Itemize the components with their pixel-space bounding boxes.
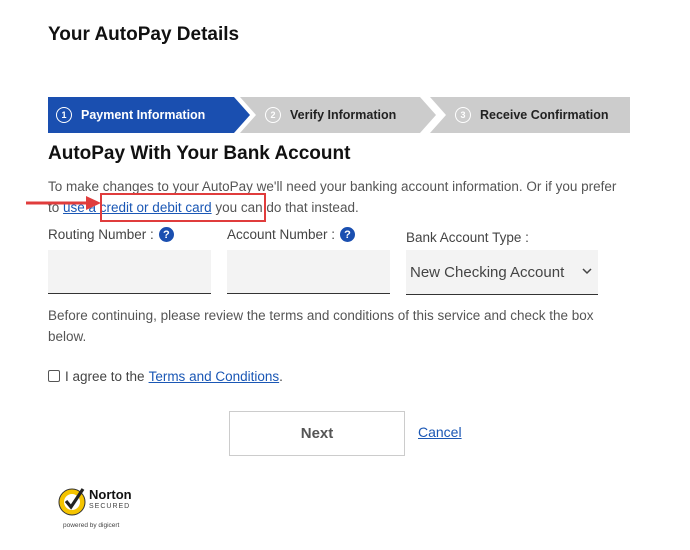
norton-secured-badge: Norton SECURED powered by digicert (57, 484, 147, 532)
bank-account-type-value: New Checking Account (410, 263, 565, 281)
agree-prefix: I agree to the (65, 369, 145, 384)
chevron-down-icon (582, 268, 592, 275)
step-label: Receive Confirmation (480, 108, 609, 122)
section-title: AutoPay With Your Bank Account (48, 143, 351, 164)
agree-checkbox[interactable] (48, 369, 60, 382)
step-payment-information: 1 Payment Information (56, 97, 205, 133)
norton-brand: Norton (89, 487, 132, 502)
step-receive-confirmation: 3 Receive Confirmation (455, 97, 609, 133)
cancel-link[interactable]: Cancel (418, 424, 462, 440)
norton-check-icon (58, 488, 86, 516)
step-label: Payment Information (81, 108, 206, 122)
norton-secured-text: SECURED (89, 503, 131, 510)
account-number-label: Account Number : ? (227, 227, 356, 242)
red-arrow-icon (26, 196, 101, 210)
agree-row: I agree to the Terms and Conditions . (48, 369, 283, 384)
page-title: Your AutoPay Details (48, 24, 240, 45)
help-icon[interactable]: ? (340, 227, 356, 242)
progress-stepper: 1 Payment Information 2 Verify Informati… (48, 97, 630, 133)
bank-account-type-select[interactable]: New Checking Account (406, 250, 598, 295)
step-verify-information: 2 Verify Information (265, 97, 396, 133)
step-number-1: 1 (56, 107, 72, 123)
routing-number-input[interactable] (48, 250, 211, 294)
norton-powered-text: powered by digicert (63, 522, 120, 529)
bank-account-type-label: Bank Account Type : (406, 230, 529, 245)
account-label-text: Account Number : (227, 227, 336, 242)
routing-label-text: Routing Number : (48, 227, 154, 242)
highlight-box (100, 193, 266, 222)
step-number-3: 3 (455, 107, 471, 123)
terms-note: Before continuing, please review the ter… (48, 308, 594, 344)
help-icon[interactable]: ? (158, 227, 174, 242)
step-number-2: 2 (265, 107, 281, 123)
next-button[interactable]: Next (229, 411, 405, 456)
account-number-input[interactable] (227, 250, 390, 294)
routing-number-label: Routing Number : ? (48, 227, 174, 242)
terms-link[interactable]: Terms and Conditions (149, 369, 280, 384)
agree-suffix: . (279, 369, 283, 384)
step-label: Verify Information (290, 108, 397, 122)
